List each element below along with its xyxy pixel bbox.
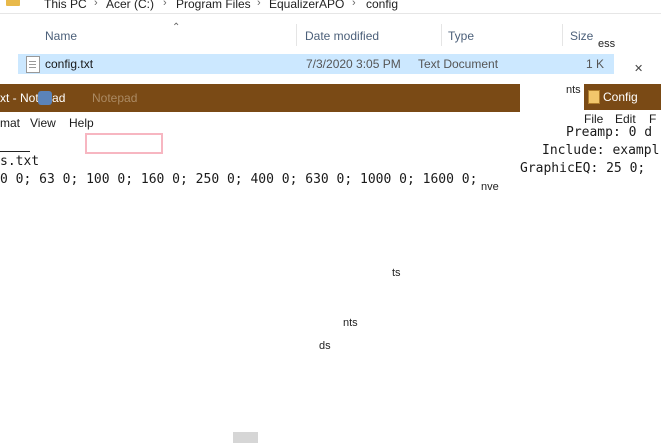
column-header: ⌃ Name Date modified Type Size: [0, 22, 661, 48]
text-line-1: s.txt: [0, 154, 40, 169]
side-label: ess: [598, 38, 616, 50]
overlay-word: nts: [343, 317, 358, 329]
breadcrumb-drive[interactable]: Acer (C:): [106, 0, 154, 11]
side-label: nts: [566, 84, 581, 96]
overlay-word: ds: [319, 340, 331, 352]
breadcrumb-equalizerapo[interactable]: EqualizerAPO: [269, 0, 344, 11]
sort-up-icon: ⌃: [172, 22, 181, 33]
notepad-ghost-icon: [38, 91, 52, 105]
config-line-2: Include: exampl: [542, 143, 660, 158]
breadcrumb-program-files[interactable]: Program Files: [176, 0, 251, 11]
breadcrumb: This PC › Acer (C:) › Program Files › Eq…: [0, 0, 661, 14]
file-name: config.txt: [45, 57, 94, 71]
chevron-right-icon: ›: [163, 0, 167, 9]
menu-format[interactable]: mat: [0, 116, 20, 130]
menu-help[interactable]: Help: [69, 116, 94, 130]
notepad-menu-bar: mat View Help: [0, 112, 520, 134]
file-row-config[interactable]: config.txt 7/3/2020 3:05 PM Text Documen…: [18, 54, 614, 74]
column-divider[interactable]: [562, 24, 563, 46]
chevron-right-icon: ›: [257, 0, 261, 9]
config-line-1: Preamp: 0 d: [566, 125, 653, 140]
column-size[interactable]: Size: [570, 29, 593, 43]
config-line-3: GraphicEQ: 25 0;: [520, 161, 646, 176]
notepad-title-bar[interactable]: xt - Notepad Notepad: [0, 84, 520, 112]
file-size: 1 K: [586, 57, 605, 71]
chevron-right-icon: ›: [352, 0, 356, 9]
scrollbar-thumb[interactable]: [233, 432, 258, 443]
column-name[interactable]: Name: [45, 29, 77, 43]
overlay-word: ts: [392, 267, 401, 279]
notepad-title: xt - Notepad: [0, 91, 66, 105]
file-row-partial[interactable]: [18, 76, 614, 84]
notepad-window: xt - Notepad Notepad mat View Help s.txt…: [0, 84, 540, 443]
breadcrumb-config[interactable]: config: [366, 0, 398, 11]
text-line-2: 0 0; 63 0; 100 0; 160 0; 250 0; 400 0; 6…: [0, 172, 478, 187]
config-title-bar[interactable]: Config: [584, 84, 661, 110]
column-date-modified[interactable]: Date modified: [305, 29, 379, 43]
file-date: 7/3/2020 3:05 PM: [306, 57, 401, 71]
overlay-word: nve: [481, 181, 499, 193]
text-file-icon: [26, 56, 40, 73]
chevron-right-icon: ›: [94, 0, 98, 9]
notepad-config-window: nts Config File Edit F Preamp: 0 d Inclu…: [520, 84, 661, 443]
column-type[interactable]: Type: [448, 29, 474, 43]
column-divider[interactable]: [296, 24, 297, 46]
close-icon[interactable]: ✕: [634, 62, 643, 75]
config-title: Config: [603, 90, 638, 104]
text-underline: [0, 151, 30, 152]
file-type: Text Document: [418, 57, 499, 71]
column-divider[interactable]: [441, 24, 442, 46]
folder-icon: [6, 0, 20, 6]
notepad-ghost-label: Notepad: [92, 91, 138, 105]
menu-view[interactable]: View: [30, 116, 56, 130]
highlight-box: [85, 133, 163, 154]
breadcrumb-this-pc[interactable]: This PC: [44, 0, 87, 11]
notepad-icon: [588, 90, 600, 104]
